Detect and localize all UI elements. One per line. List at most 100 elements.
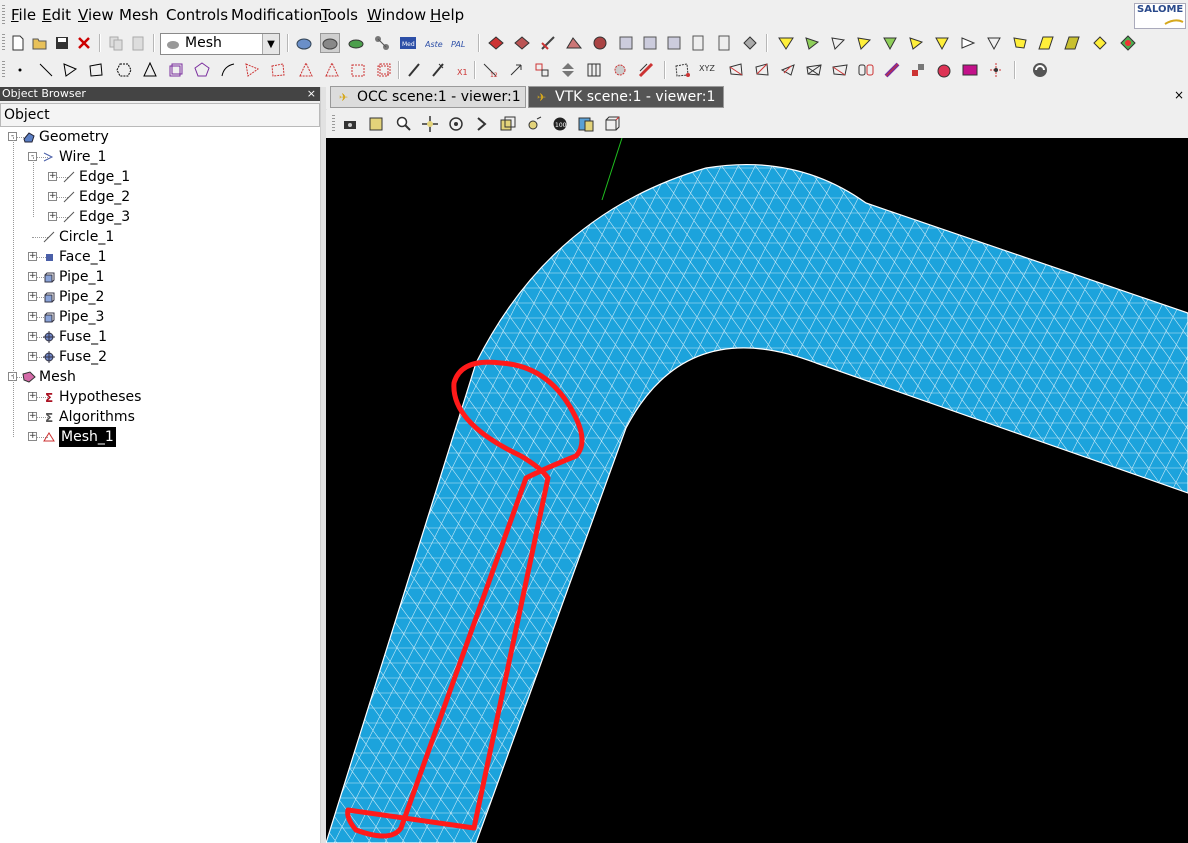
add-hexa-icon[interactable] [166,60,186,80]
add-quadratic-hexa-icon[interactable] [374,60,394,80]
add-quadratic-pentahedron-icon[interactable] [348,60,368,80]
union-of-two-triangles-icon[interactable] [752,60,772,80]
reset-view-icon[interactable] [602,114,622,134]
menu-edit[interactable]: Edit [42,6,71,24]
med-module-icon[interactable]: Med [398,33,418,53]
extrusion-icon[interactable] [908,60,928,80]
create-submesh-icon[interactable] [512,33,532,53]
dump-view-icon[interactable] [340,114,360,134]
controls-skew-icon[interactable] [1036,33,1056,53]
add-quadrangle-icon[interactable] [86,60,106,80]
controls-free-borders-icon[interactable] [802,33,822,53]
mesh-group-icon[interactable] [714,33,734,53]
tree-expand-icon[interactable]: + [48,172,57,181]
save-document-icon[interactable] [52,33,72,53]
menu-file[interactable]: File [11,6,36,24]
tab-occ-viewer[interactable]: ✈ OCC scene:1 - viewer:1 [330,86,526,108]
add-polygon-icon[interactable] [114,60,134,80]
zoom-icon[interactable] [394,114,414,134]
rotation-point-icon[interactable] [472,114,492,134]
menubar-grip[interactable] [2,5,5,25]
controls-area-icon[interactable] [906,33,926,53]
close-icon[interactable]: × [307,87,316,101]
symmetry-icon[interactable] [558,60,578,80]
tree-expand-icon[interactable]: + [28,332,37,341]
toolbar-grip[interactable] [2,61,5,79]
menu-mesh[interactable]: Mesh [119,6,159,24]
close-icon[interactable]: × [1174,88,1184,102]
mesh-info-icon[interactable] [616,33,636,53]
rotate-view-icon[interactable] [446,114,466,134]
graduated-axes-icon[interactable]: 100 [550,114,570,134]
translation-icon[interactable] [506,60,526,80]
tree-expand-icon[interactable]: + [28,312,37,321]
add-node-icon[interactable] [10,60,30,80]
tree-expand-icon[interactable]: + [48,192,57,201]
xyz-icon[interactable]: XYZ [698,60,718,80]
smoothing-icon[interactable] [882,60,902,80]
add-polyhedron-icon[interactable] [192,60,212,80]
fit-all-icon[interactable] [498,114,518,134]
controls-element-diameter-icon[interactable] [1062,33,1082,53]
clipping-plane-icon[interactable] [576,114,596,134]
cutting-of-quadrangles-icon[interactable] [830,60,850,80]
tree-expand-icon[interactable]: + [28,272,37,281]
split-volumes-icon[interactable] [856,60,876,80]
open-document-icon[interactable] [30,33,50,53]
add-quadratic-quadrangle-icon[interactable] [268,60,288,80]
menu-controls[interactable]: Controls [166,6,228,24]
tree-expand-icon[interactable]: + [28,352,37,361]
mesh-3d-render[interactable] [326,138,1188,843]
scale-icon[interactable] [584,60,604,80]
controls-multi-connection-icon[interactable] [880,33,900,53]
diagonal-inversion-icon[interactable] [726,60,746,80]
mesh-order-icon[interactable] [590,33,610,53]
controls-taper-icon[interactable] [932,33,952,53]
convert-to-quadratic-icon[interactable] [986,60,1006,80]
revolution-icon[interactable] [934,60,954,80]
orientation-icon[interactable] [778,60,798,80]
mesh-element-info-icon[interactable] [664,33,684,53]
toolbar-grip[interactable] [2,34,5,52]
tree-expand-icon[interactable]: + [28,252,37,261]
yacs-module-icon[interactable] [372,33,392,53]
add-edge-icon[interactable] [36,60,56,80]
controls-connection-icon[interactable] [854,33,874,53]
aster-module-icon[interactable]: Aster [424,33,444,53]
chevron-down-icon[interactable]: ▼ [262,34,279,54]
tree-expand-icon[interactable]: + [28,392,37,401]
post-pro-module-icon[interactable] [346,33,366,53]
add-triangle-icon[interactable] [60,60,80,80]
add-quadratic-tetra-icon[interactable] [296,60,316,80]
remove-orphan-nodes-icon[interactable]: X1 [452,60,472,80]
mesh-standalone-group-icon[interactable] [688,33,708,53]
add-quadratic-triangle-icon[interactable] [242,60,262,80]
remove-elements-icon[interactable] [428,60,448,80]
close-document-icon[interactable] [74,33,94,53]
view-front-icon[interactable] [524,114,544,134]
geometry-module-icon[interactable] [294,33,314,53]
mesh-display-mode-icon[interactable] [1030,60,1050,80]
renumbering-nodes-icon[interactable]: 12 [480,60,500,80]
mesh-diamond-icon[interactable] [740,33,760,53]
controls-aspect-ratio-icon[interactable] [958,33,978,53]
menu-help[interactable]: Help [430,6,464,24]
copy-icon[interactable] [106,33,126,53]
controls-scalar-bar-icon[interactable] [1118,33,1138,53]
paste-icon[interactable] [128,33,148,53]
pal-module-icon[interactable]: PAL [450,33,470,53]
tree-expand-icon[interactable]: + [28,432,37,441]
controls-length-icon[interactable] [828,33,848,53]
rotation-icon[interactable] [532,60,552,80]
menu-window[interactable]: Window [367,6,426,24]
add-quadratic-pyramid-icon[interactable] [322,60,342,80]
menu-view[interactable]: View [78,6,114,24]
menu-tools[interactable]: Tools [321,6,358,24]
tree-expand-icon[interactable]: + [28,412,37,421]
create-mesh-icon[interactable] [486,33,506,53]
add-quadratic-edge-icon[interactable] [218,60,238,80]
pan-icon[interactable] [420,114,440,134]
controls-volume-icon[interactable] [1090,33,1110,53]
remove-nodes-icon[interactable] [404,60,424,80]
tree-expand-icon[interactable]: + [28,292,37,301]
